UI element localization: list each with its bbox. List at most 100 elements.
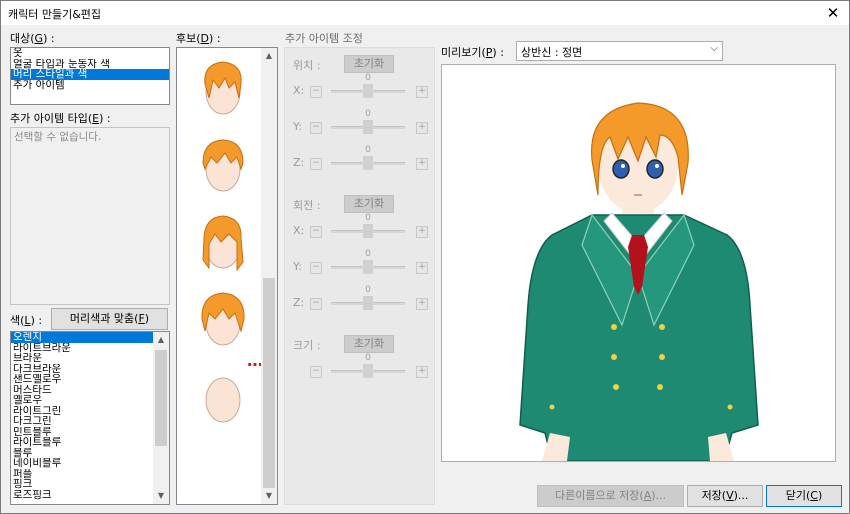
save-button[interactable]: 저장(V)... — [687, 485, 763, 507]
plus-icon[interactable]: + — [416, 226, 428, 238]
color-label-suffix: ) : — [30, 314, 43, 327]
reset-button[interactable]: 초기화 — [344, 195, 394, 213]
preview-mode-select[interactable]: 상반신 : 정면 ⌵ — [516, 41, 723, 61]
color-item[interactable]: 옐로우 — [11, 395, 153, 406]
save-as-button[interactable]: 다른이름으로 저장(A)... — [537, 485, 684, 507]
close-icon[interactable]: ✕ — [823, 3, 843, 23]
color-item[interactable]: 라이트브라운 — [11, 343, 153, 354]
color-item[interactable]: 오렌지 — [11, 332, 153, 343]
candidate-bald-head[interactable] — [195, 366, 251, 433]
minus-icon[interactable]: − — [310, 366, 322, 378]
candidate-hair-style-3[interactable] — [195, 212, 251, 279]
color-label-prefix: 색( — [10, 314, 25, 327]
minus-icon[interactable]: − — [310, 262, 322, 274]
candidate-items — [177, 48, 261, 504]
plus-icon[interactable]: + — [416, 366, 428, 378]
candidate-hair-style-2[interactable] — [195, 135, 251, 202]
plus-icon[interactable]: + — [416, 158, 428, 170]
candidate-hair-style-1[interactable] — [195, 58, 251, 125]
close-button-key: C — [810, 489, 818, 502]
color-item[interactable]: 라이트블루 — [11, 437, 153, 448]
character-preview — [519, 102, 759, 461]
close-button[interactable]: 닫기(C) — [766, 485, 842, 507]
jacket-button — [659, 354, 665, 360]
plus-icon[interactable]: + — [416, 298, 428, 310]
scroll-down-icon[interactable]: ▼ — [153, 488, 169, 504]
slider-thumb[interactable] — [363, 260, 373, 274]
slider-thumb[interactable] — [363, 120, 373, 134]
scroll-up-icon[interactable]: ▲ — [153, 332, 169, 348]
minus-icon[interactable]: − — [310, 158, 322, 170]
target-item[interactable]: 옷 — [11, 48, 169, 59]
candidates-label-suffix: ) : — [209, 32, 221, 45]
character-editor-window: 캐릭터 만들기&편집 ✕ 대상(G) : 옷 얼굴 타입과 눈동자 색 머리 스타일… — [0, 0, 850, 514]
hair-style-1-icon — [204, 61, 242, 115]
preview-label-suffix: ) : — [492, 46, 504, 59]
target-item[interactable]: 추가 아이템 — [11, 80, 169, 91]
color-item[interactable]: 핑크 — [11, 479, 153, 490]
color-item[interactable]: 다크그린 — [11, 416, 153, 427]
color-item[interactable]: 로즈핑크 — [11, 490, 153, 501]
extra-type-label-suffix: ) : — [99, 112, 111, 125]
color-items: 오렌지 라이트브라운 브라운 다크브라운 샌드옐로우 머스타드 옐로우 라이트그린 다크그린 민트… — [11, 332, 153, 500]
slider-value: 0 — [365, 213, 371, 223]
target-item[interactable]: 머리 스타일과 색 — [11, 69, 169, 80]
candidate-hair-style-4[interactable] — [195, 289, 251, 356]
scroll-thumb[interactable] — [263, 278, 275, 488]
slider-axis-label: Y: — [293, 120, 302, 133]
slider-thumb[interactable] — [363, 156, 373, 170]
slider-thumb[interactable] — [363, 364, 373, 378]
plus-icon[interactable]: + — [416, 86, 428, 98]
color-label: 색(L) : — [10, 312, 42, 328]
slider-axis-label: Y: — [293, 260, 302, 273]
slider-axis-label: X: — [293, 224, 305, 237]
chevron-down-icon: ⌵ — [710, 43, 718, 54]
color-item[interactable]: 브라운 — [11, 353, 153, 364]
close-button-prefix: 닫기( — [785, 489, 811, 502]
extra-type-list[interactable]: 선택할 수 없습니다. — [10, 127, 170, 305]
bald-head-icon — [205, 377, 241, 423]
target-label-prefix: 대상( — [10, 32, 35, 45]
minus-icon[interactable]: − — [310, 122, 322, 134]
adjust-panel: 위치 : 초기화 0 X: − +0 Y: − +0 Z: − + 회전 : 초기화 0 X: − +0 Y: − +0… — [284, 47, 435, 505]
scroll-down-icon[interactable]: ▼ — [261, 488, 277, 504]
minus-icon[interactable]: − — [310, 86, 322, 98]
color-list-scrollbar[interactable]: ▲ ▼ — [153, 332, 169, 504]
jacket-button — [611, 354, 617, 360]
target-label-suffix: ) : — [43, 32, 55, 45]
scroll-thumb[interactable] — [155, 350, 167, 446]
minus-icon[interactable]: − — [310, 298, 322, 310]
color-item[interactable]: 퍼플 — [11, 469, 153, 480]
character-eye-left — [612, 159, 630, 179]
hair-style-4-icon — [201, 292, 245, 346]
candidates-label: 후보(D) : — [176, 30, 221, 46]
reset-button[interactable]: 초기화 — [344, 55, 394, 73]
candidate-scrollbar[interactable]: ▲ ▼ — [261, 48, 277, 504]
color-item[interactable]: 라이트그린 — [11, 406, 153, 417]
slider-thumb[interactable] — [363, 84, 373, 98]
target-list[interactable]: 옷 얼굴 타입과 눈동자 색 머리 스타일과 색 추가 아이템 — [10, 47, 170, 105]
candidate-list[interactable]: …? ▲ ▼ — [176, 47, 278, 505]
match-hair-color-button[interactable]: 머리색과 맞춤(F) — [51, 308, 168, 330]
color-item[interactable]: 네이비블루 — [11, 458, 153, 469]
color-item[interactable]: 샌드옐로우 — [11, 374, 153, 385]
slider-value: 0 — [365, 249, 371, 259]
slider-thumb[interactable] — [363, 296, 373, 310]
minus-icon[interactable]: − — [310, 226, 322, 238]
color-item[interactable]: 블루 — [11, 448, 153, 459]
preview-label: 미리보기(P) : — [441, 44, 504, 60]
color-item[interactable]: 다크브라운 — [11, 364, 153, 375]
color-item[interactable]: 민트블루 — [11, 427, 153, 438]
candidates-label-key: D — [200, 32, 210, 45]
target-item[interactable]: 얼굴 타입과 눈동자 색 — [11, 59, 169, 70]
scroll-up-icon[interactable]: ▲ — [261, 48, 277, 64]
match-hair-color-button-suffix: ) — [144, 312, 150, 325]
reset-button[interactable]: 초기화 — [344, 335, 394, 353]
color-item[interactable]: 머스타드 — [11, 385, 153, 396]
slider-thumb[interactable] — [363, 224, 373, 238]
slider-value: 0 — [365, 109, 371, 119]
close-button-suffix: ) — [817, 489, 823, 502]
color-list[interactable]: 오렌지 라이트브라운 브라운 다크브라운 샌드옐로우 머스타드 옐로우 라이트그린 다크그린 민트… — [10, 331, 170, 505]
plus-icon[interactable]: + — [416, 122, 428, 134]
plus-icon[interactable]: + — [416, 262, 428, 274]
